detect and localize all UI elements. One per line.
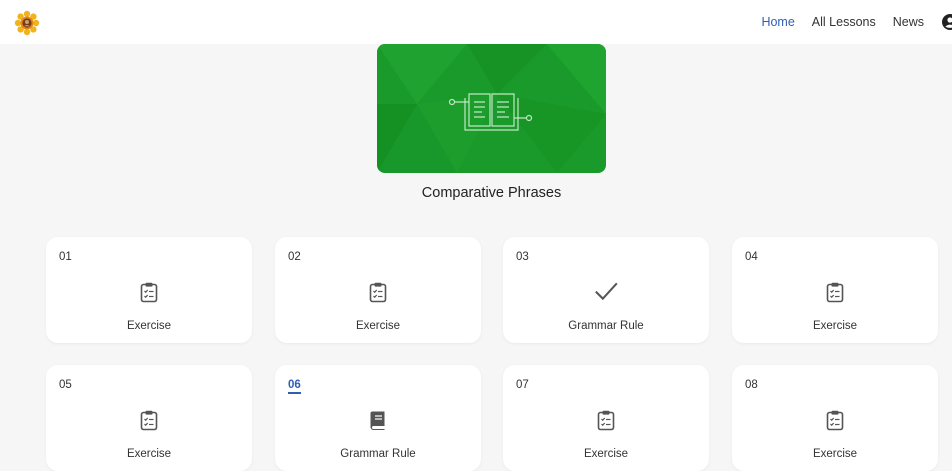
clipboard-checklist-icon xyxy=(369,282,387,303)
clipboard-checklist-icon xyxy=(597,410,615,431)
card-label: Exercise xyxy=(126,320,172,332)
card-label: Exercise xyxy=(126,448,172,460)
clipboard-checklist-icon xyxy=(826,410,844,431)
card-number: 05 xyxy=(59,379,72,391)
card-label: Exercise xyxy=(583,448,629,460)
clipboard-checklist-icon xyxy=(826,282,844,303)
nav-home-link[interactable]: Home xyxy=(761,15,794,29)
clipboard-checklist-icon xyxy=(140,282,158,303)
lesson-card-02[interactable]: 02 Exercise xyxy=(275,237,481,343)
card-label: Grammar Rule xyxy=(568,320,644,332)
lesson-banner xyxy=(377,44,606,173)
lesson-card-03[interactable]: 03 Grammar Rule xyxy=(503,237,709,343)
lesson-card-05[interactable]: 05 Exercise xyxy=(46,365,252,471)
card-number: 03 xyxy=(516,251,529,263)
clipboard-checklist-icon xyxy=(140,410,158,431)
lesson-title: Comparative Phrases xyxy=(421,185,562,201)
card-label: Grammar Rule xyxy=(340,448,416,460)
lesson-card-07[interactable]: 07 Exercise xyxy=(503,365,709,471)
sunflower-logo-icon[interactable] xyxy=(14,10,40,36)
card-number-active: 06 xyxy=(288,379,301,394)
lesson-card-01[interactable]: 01 Exercise xyxy=(46,237,252,343)
card-label: Exercise xyxy=(355,320,401,332)
card-number: 08 xyxy=(745,379,758,391)
main-nav: Home All Lessons News xyxy=(761,0,952,44)
top-navigation-bar: Home All Lessons News xyxy=(0,0,952,44)
checkmark-icon xyxy=(595,282,618,301)
nav-news-link[interactable]: News xyxy=(893,15,924,29)
card-label: Exercise xyxy=(812,320,858,332)
nav-all-lessons-link[interactable]: All Lessons xyxy=(812,15,876,29)
book-icon xyxy=(370,411,385,430)
card-label: Exercise xyxy=(812,448,858,460)
lesson-card-06[interactable]: 06 Grammar Rule xyxy=(275,365,481,471)
lesson-card-04[interactable]: 04 Exercise xyxy=(732,237,938,343)
card-number: 01 xyxy=(59,251,72,263)
card-number: 07 xyxy=(516,379,529,391)
account-icon[interactable] xyxy=(942,14,952,30)
lesson-card-08[interactable]: 08 Exercise xyxy=(732,365,938,471)
card-number: 04 xyxy=(745,251,758,263)
card-number: 02 xyxy=(288,251,301,263)
